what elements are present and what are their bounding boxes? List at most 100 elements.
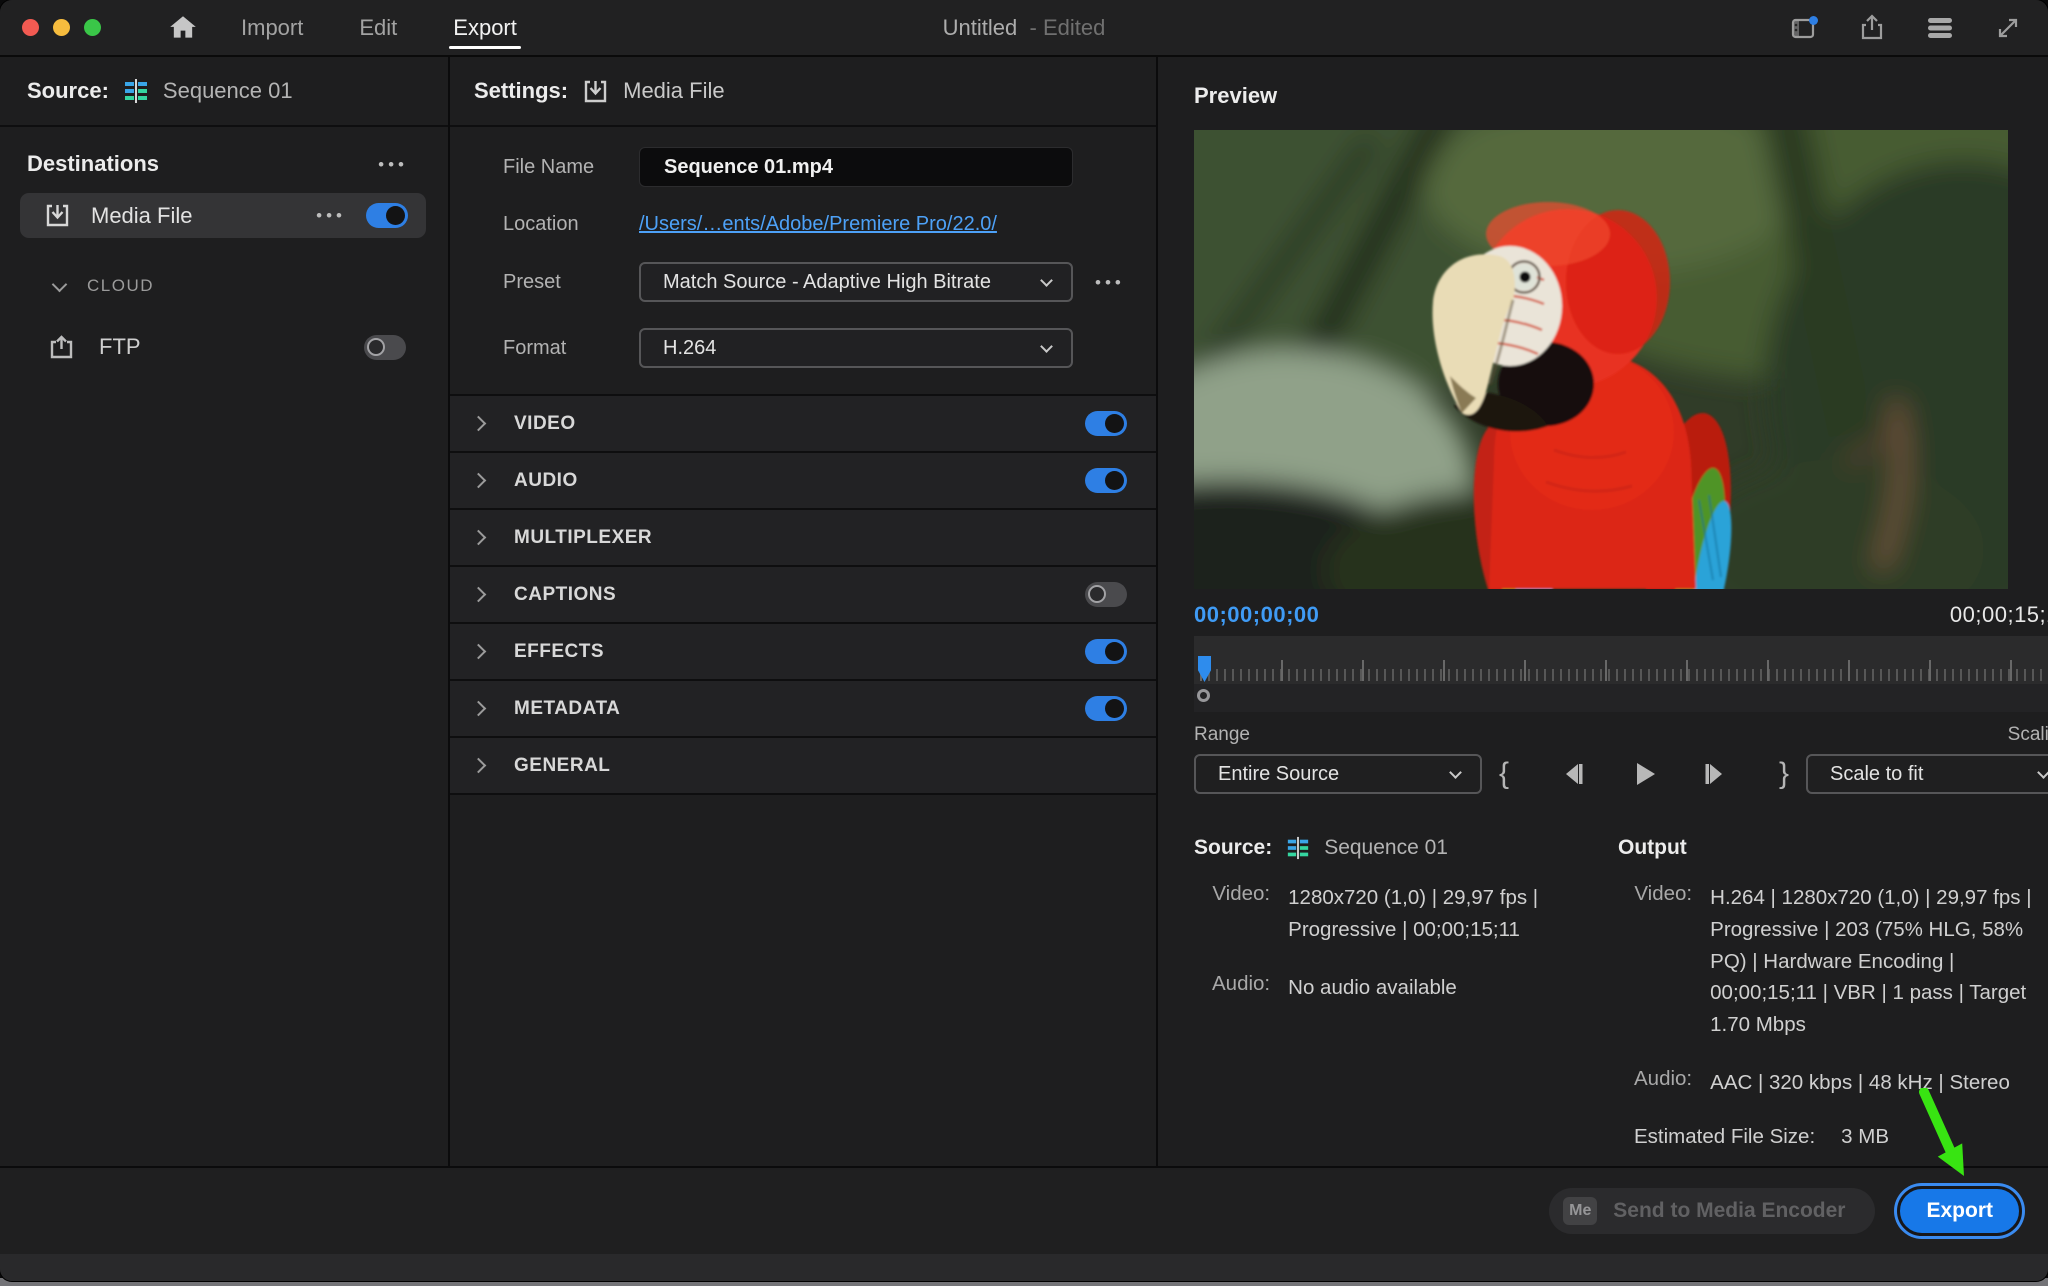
- source-audio-label: Audio:: [1212, 972, 1270, 1004]
- destination-ftp[interactable]: FTP: [0, 324, 448, 370]
- range-label: Range: [1194, 724, 1250, 746]
- section-multiplexer[interactable]: MULTIPLEXER: [450, 510, 1156, 567]
- timecode-row: 00;00;00;00 00;00;15;11: [1194, 602, 2048, 628]
- source-value: Sequence 01: [163, 78, 293, 104]
- destination-media-file[interactable]: Media File •••: [20, 193, 426, 238]
- file-name-label: File Name: [450, 156, 639, 179]
- destinations-menu-button[interactable]: •••: [378, 156, 408, 173]
- source-label: Source:: [27, 78, 109, 104]
- source-info-name: Sequence 01: [1324, 836, 1448, 860]
- send-to-media-encoder-button[interactable]: Me Send to Media Encoder: [1549, 1188, 1875, 1234]
- chevron-down-icon: [52, 276, 68, 292]
- scaling-select[interactable]: Scale to fit: [1806, 754, 2048, 794]
- media-info: Source: Sequence 01 Video: 1280x72: [1194, 836, 2048, 1149]
- estimate-label: Estimated File Size:: [1634, 1125, 1815, 1149]
- source-audio-value: No audio available: [1288, 972, 1540, 1004]
- in-point-handle[interactable]: [1197, 689, 1210, 702]
- timeline-ruler[interactable]: [1194, 636, 2048, 684]
- file-name-input[interactable]: [639, 147, 1073, 187]
- section-video[interactable]: VIDEO: [450, 396, 1156, 453]
- tab-export[interactable]: Export: [451, 3, 519, 53]
- trim-bar[interactable]: [1194, 684, 2048, 712]
- upload-from-tray-icon: [48, 334, 75, 361]
- settings-label: Settings:: [474, 78, 568, 104]
- stacked-panels-icon: [1924, 12, 1956, 44]
- share-icon: [1856, 12, 1888, 44]
- tab-edit[interactable]: Edit: [357, 3, 399, 53]
- ruler-major-ticks: [1200, 660, 2048, 681]
- set-out-point-button[interactable]: }: [1762, 754, 1806, 794]
- screen: Import Edit Export Untitled - Edited: [0, 0, 2048, 1286]
- play-button[interactable]: [1622, 754, 1666, 794]
- source-video-label: Video:: [1212, 882, 1270, 946]
- section-effects[interactable]: EFFECTS: [450, 624, 1156, 681]
- chevron-down-icon: [1449, 766, 1462, 779]
- play-icon: [1629, 759, 1659, 789]
- media-file-toggle[interactable]: [366, 203, 408, 228]
- location-link[interactable]: /Users/…ents/Adobe/Premiere Pro/22.0/: [639, 213, 997, 236]
- quick-share-button[interactable]: [1856, 12, 1888, 44]
- sequence-icon: [1286, 836, 1310, 860]
- render-queue-button[interactable]: [1924, 12, 1956, 44]
- close-window-button[interactable]: [22, 19, 39, 36]
- step-forward-button[interactable]: [1692, 754, 1736, 794]
- download-into-tray-icon: [44, 202, 71, 229]
- window-controls: [22, 19, 101, 36]
- settings-target: Media File: [623, 78, 724, 104]
- preset-select[interactable]: Match Source - Adaptive High Bitrate: [639, 262, 1073, 302]
- destination-label: Media File: [91, 203, 296, 229]
- zoom-window-button[interactable]: [84, 19, 101, 36]
- set-in-point-button[interactable]: {: [1482, 754, 1526, 794]
- settings-header: Settings: Media File: [450, 57, 1156, 127]
- metadata-toggle[interactable]: [1085, 696, 1127, 721]
- notification-dot: [1809, 16, 1818, 25]
- audio-toggle[interactable]: [1085, 468, 1127, 493]
- fullscreen-button[interactable]: [1992, 12, 2024, 44]
- settings-form: File Name Location /Users/…ents/Adobe/Pr…: [450, 127, 1156, 368]
- output-audio-value: AAC | 320 kbps | 48 kHz | Stereo: [1710, 1067, 2044, 1099]
- chevron-right-icon: [471, 701, 487, 717]
- step-back-button[interactable]: [1552, 754, 1596, 794]
- section-captions[interactable]: CAPTIONS: [450, 567, 1156, 624]
- chevron-right-icon: [471, 758, 487, 774]
- step-back-icon: [1559, 759, 1589, 789]
- section-audio[interactable]: AUDIO: [450, 453, 1156, 510]
- window-bottom-strip: [0, 1254, 2048, 1281]
- section-metadata[interactable]: METADATA: [450, 681, 1156, 738]
- chevron-down-icon: [2037, 766, 2048, 779]
- effects-toggle[interactable]: [1085, 639, 1127, 664]
- chevron-right-icon: [471, 644, 487, 660]
- export-button[interactable]: Export: [1897, 1186, 2022, 1236]
- preset-menu-button[interactable]: •••: [1095, 274, 1125, 291]
- cloud-group-header[interactable]: CLOUD: [0, 266, 448, 306]
- format-label: Format: [450, 337, 639, 360]
- destinations-sidebar: Source: Sequence 01 Destinations •••: [0, 57, 450, 1166]
- chevron-right-icon: [471, 473, 487, 489]
- media-file-menu-button[interactable]: •••: [316, 207, 346, 224]
- playback-controls-row: Entire Source {: [1194, 754, 2048, 794]
- tab-import[interactable]: Import: [239, 3, 305, 53]
- preset-label: Preset: [450, 271, 639, 294]
- home-button[interactable]: [167, 13, 199, 43]
- home-icon: [167, 13, 199, 43]
- minimize-window-button[interactable]: [53, 19, 70, 36]
- workspace-panel-button[interactable]: [1788, 12, 1820, 44]
- destinations-header: Destinations •••: [0, 151, 448, 177]
- export-settings-panel: Settings: Media File File Name Location: [450, 57, 1158, 1166]
- section-general[interactable]: GENERAL: [450, 738, 1156, 795]
- video-toggle[interactable]: [1085, 411, 1127, 436]
- total-timecode: 00;00;15;11: [1950, 602, 2048, 628]
- source-info: Source: Sequence 01 Video: 1280x72: [1194, 836, 1618, 1149]
- range-select[interactable]: Entire Source: [1194, 754, 1482, 794]
- settings-sections: VIDEO AUDIO MULTIPLEXER CAPTIONS: [450, 394, 1156, 795]
- transport-controls: {: [1482, 754, 1806, 794]
- current-timecode[interactable]: 00;00;00;00: [1194, 602, 1319, 628]
- captions-toggle[interactable]: [1085, 582, 1127, 607]
- mode-tabs: Import Edit Export: [239, 3, 519, 53]
- cloud-group-label: CLOUD: [87, 276, 154, 296]
- workspace-panel-icon: [1788, 12, 1820, 44]
- chevron-down-icon: [1040, 274, 1053, 287]
- destinations-title: Destinations: [27, 151, 159, 177]
- ftp-toggle[interactable]: [364, 335, 406, 360]
- format-select[interactable]: H.264: [639, 328, 1073, 368]
